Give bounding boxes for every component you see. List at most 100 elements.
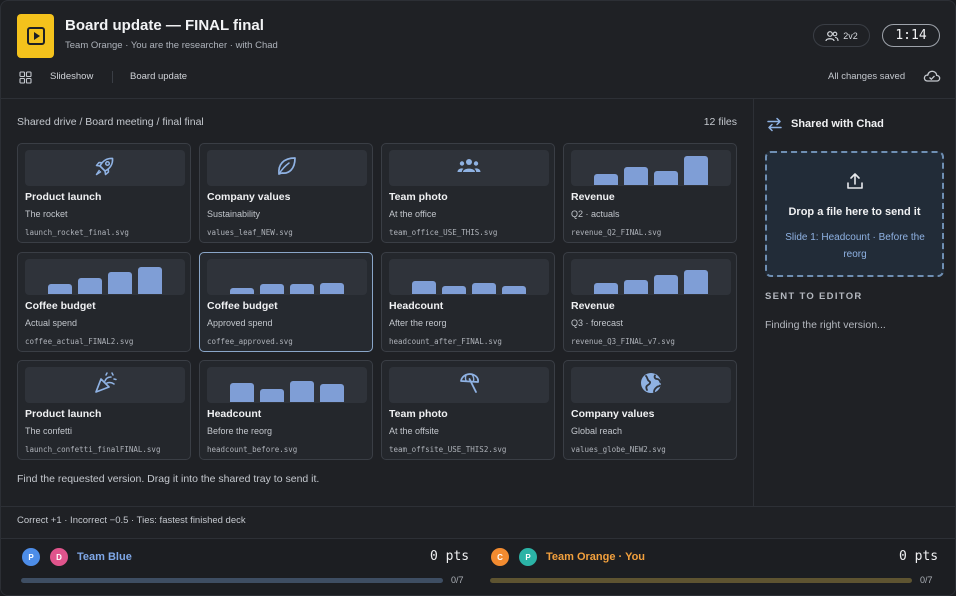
chart-bar — [290, 381, 314, 402]
file-title: Revenue — [571, 300, 615, 312]
file-name: headcount_before.svg — [207, 445, 298, 454]
file-subtitle: At the offsite — [389, 426, 439, 436]
chart-bar — [260, 389, 284, 402]
breadcrumb[interactable]: Shared drive / Board meeting / final fin… — [17, 116, 204, 128]
file-name: values_globe_NEW2.svg — [571, 445, 666, 454]
file-name: launch_confetti_finalFINAL.svg — [25, 445, 161, 454]
header: Board update — FINAL final Team Orange ·… — [1, 1, 955, 99]
save-status: All changes saved — [828, 71, 906, 82]
chart-bar — [472, 283, 496, 294]
file-count: 12 files — [703, 116, 737, 128]
file-thumbnail — [389, 259, 549, 295]
file-thumbnail — [207, 367, 367, 403]
file-card[interactable]: Headcount After the reorg headcount_after_… — [381, 252, 555, 352]
file-thumbnail — [25, 367, 185, 403]
file-thumbnail — [207, 259, 367, 295]
chart-bar — [594, 174, 618, 185]
deck-title: Board update — FINAL final — [65, 17, 264, 34]
file-subtitle: Q3 · forecast — [571, 318, 624, 328]
team-score: 0 pts — [430, 549, 470, 564]
nav-slideshow[interactable]: Slideshow — [50, 71, 93, 82]
file-card[interactable]: Headcount Before the reorg headcount_befor… — [199, 360, 373, 460]
file-card[interactable]: Product launch The confetti launch_confett… — [17, 360, 191, 460]
file-card[interactable]: Revenue Q2 · actuals revenue_Q2_FINAL.svg — [563, 143, 737, 243]
nav-divider — [112, 71, 113, 83]
team-score: 0 pts — [899, 549, 939, 564]
file-thumbnail — [25, 150, 185, 186]
bar-chart-icon — [594, 263, 708, 295]
progress-bar — [490, 578, 912, 583]
file-subtitle: Actual spend — [25, 318, 78, 328]
file-title: Coffee budget — [25, 300, 96, 312]
mode-badge-label: 2v2 — [843, 30, 858, 41]
nav-deck[interactable]: Board update — [130, 71, 187, 82]
file-subtitle: At the office — [389, 209, 437, 219]
drop-zone[interactable]: Drop a file here to send it Slide 1: Hea… — [765, 151, 944, 277]
chart-bar — [624, 167, 648, 185]
file-subtitle: Approved spend — [207, 318, 273, 328]
file-name: team_office_USE_THIS.svg — [389, 228, 498, 237]
globe-icon — [638, 370, 664, 401]
bar-chart-icon — [412, 263, 526, 295]
chart-bar — [320, 384, 344, 402]
file-card[interactable]: Coffee budget Actual spend coffee_actual_F… — [17, 252, 191, 352]
mode-badge[interactable]: 2v2 — [813, 24, 870, 47]
file-subtitle: Global reach — [571, 426, 623, 436]
team-name: Team Orange · You — [546, 551, 646, 563]
file-subtitle: Q2 · actuals — [571, 209, 620, 219]
bar-chart-icon — [594, 154, 708, 186]
file-name: coffee_actual_FINAL2.svg — [25, 337, 134, 346]
file-name: revenue_Q3_FINAL_v7.svg — [571, 337, 675, 346]
avatar: D — [49, 547, 69, 567]
file-name: revenue_Q2_FINAL.svg — [571, 228, 662, 237]
file-title: Company values — [571, 408, 655, 420]
panel-divider — [753, 99, 754, 506]
chart-bar — [78, 278, 102, 294]
progress-label: 0/7 — [920, 575, 933, 585]
chart-bar — [290, 284, 314, 294]
file-title: Team photo — [389, 408, 448, 420]
swap-arrows-icon — [767, 117, 782, 132]
file-card[interactable]: Team photo At the office team_office_USE_T… — [381, 143, 555, 243]
chart-bar — [684, 156, 708, 185]
file-card[interactable]: Company values Global reach values_globe_N… — [563, 360, 737, 460]
chart-bar — [594, 283, 618, 294]
beach-umbrella-icon — [456, 370, 482, 401]
progress-label: 0/7 — [451, 575, 464, 585]
file-thumbnail — [389, 367, 549, 403]
chart-bar — [654, 171, 678, 185]
chart-bar — [320, 283, 344, 294]
file-card[interactable]: Coffee budget Approved spend coffee_approv… — [199, 252, 373, 352]
chart-bar — [138, 267, 162, 294]
chart-bar — [502, 286, 526, 294]
file-thumbnail — [25, 259, 185, 295]
drop-zone-request: Slide 1: Headcount · Before the reorg — [785, 232, 925, 260]
footer-divider — [1, 506, 955, 507]
file-title: Product launch — [25, 191, 102, 203]
file-card[interactable]: Product launch The rocket launch_rocket_fi… — [17, 143, 191, 243]
shared-panel-title: Shared with Chad — [791, 118, 884, 130]
drop-zone-title: Drop a file here to send it — [788, 206, 921, 218]
file-title: Product launch — [25, 408, 102, 420]
file-card[interactable]: Team photo At the offsite team_offsite_USE… — [381, 360, 555, 460]
bar-chart-icon — [48, 263, 162, 295]
chart-bar — [654, 275, 678, 294]
leaf-icon — [274, 153, 300, 184]
file-card[interactable]: Company values Sustainability values_leaf_… — [199, 143, 373, 243]
file-thumbnail — [389, 150, 549, 186]
bar-chart-icon — [230, 263, 344, 295]
file-title: Revenue — [571, 191, 615, 203]
chart-bar — [412, 281, 436, 294]
grid-icon[interactable] — [19, 71, 32, 84]
chart-bar — [260, 284, 284, 294]
file-title: Team photo — [389, 191, 448, 203]
scoreboard: P D Team Blue 0 pts 0/7 C P Team Orange · You 0 … — [1, 538, 955, 595]
progress-bar — [21, 578, 443, 583]
people-icon — [825, 30, 839, 41]
file-title: Coffee budget — [207, 300, 278, 312]
confetti-icon — [92, 370, 118, 401]
file-name: headcount_after_FINAL.svg — [389, 337, 502, 346]
avatar: P — [518, 547, 538, 567]
people-icon — [456, 153, 482, 184]
file-card[interactable]: Revenue Q3 · forecast revenue_Q3_FINAL_v7.… — [563, 252, 737, 352]
